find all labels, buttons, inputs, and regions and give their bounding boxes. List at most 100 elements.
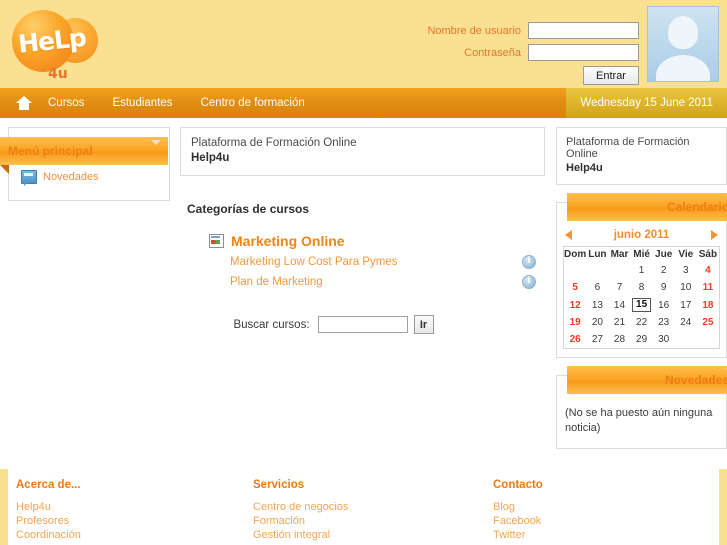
calendar-day-cell[interactable]: 29 — [631, 331, 653, 349]
news-empty-message: (No se ha puesto aún ninguna noticia) — [565, 407, 713, 434]
footer-column-title: Servicios — [253, 479, 305, 491]
calendar-day-cell[interactable]: 1 — [631, 262, 653, 279]
calendar-day-cell[interactable]: 25 — [697, 314, 720, 331]
avatar-head-shape — [668, 16, 698, 49]
footer-columns: Acerca de... Help4u Profesores Coordinac… — [8, 479, 719, 542]
weekday-header: Jue — [655, 249, 673, 260]
calendar-day-cell[interactable]: 14 — [608, 296, 630, 314]
footer-link-facebook[interactable]: Facebook — [493, 514, 693, 528]
site-logo[interactable]: HeLp 4u — [8, 4, 104, 86]
content-wrapper: Menú principal Novedades Plataforma de F… — [0, 118, 727, 469]
calendar-day-cell[interactable]: 3 — [675, 262, 697, 279]
footer-link-twitter[interactable]: Twitter — [493, 528, 693, 542]
footer-column-acerca: Acerca de... Help4u Profesores Coordinac… — [8, 479, 253, 542]
calendar-day-cell[interactable]: 24 — [675, 314, 697, 331]
calendar-day-cell[interactable]: 15 — [631, 296, 653, 314]
calendar-week-row: 1234 — [564, 262, 720, 279]
center-column: Plataforma de Formación Online Help4u Ca… — [180, 127, 545, 334]
calendar-today-marker: 15 — [632, 298, 652, 312]
calendar-day-cell[interactable]: 8 — [631, 279, 653, 296]
category-row: Marketing Online — [209, 233, 545, 249]
footer-link-gestion-integral[interactable]: Gestión integral — [253, 528, 493, 542]
calendar-day-cell[interactable]: 12 — [564, 296, 587, 314]
search-input[interactable] — [317, 316, 408, 333]
calendar-day-cell[interactable]: 13 — [586, 296, 608, 314]
chevron-down-icon[interactable] — [151, 140, 161, 145]
main-navigation: Cursos Estudiantes Centro de formación W… — [0, 88, 727, 118]
calendar-week-row: 19 20 21 22 23 24 25 — [564, 314, 720, 331]
calendar-day-cell[interactable]: 16 — [653, 296, 675, 314]
calendar-day-cell[interactable]: 18 — [697, 296, 720, 314]
footer-link-centro-de-negocios[interactable]: Centro de negocios — [253, 500, 493, 514]
info-icon[interactable] — [522, 275, 536, 289]
username-input[interactable] — [528, 22, 639, 39]
course-row: Marketing Low Cost Para Pymes — [230, 255, 536, 269]
footer-link-blog[interactable]: Blog — [493, 500, 693, 514]
footer-link-formacion[interactable]: Formación — [253, 514, 493, 528]
calendar-day-cell[interactable]: 23 — [653, 314, 675, 331]
sidebar-item-novedades[interactable]: Novedades — [15, 168, 163, 186]
search-label: Buscar cursos: — [233, 318, 310, 331]
username-row: Nombre de usuario — [417, 22, 639, 39]
login-submit-button[interactable]: Entrar — [583, 66, 639, 85]
login-button-row: Entrar — [417, 66, 639, 85]
site-description-line1: Plataforma de Formación Online — [191, 137, 357, 149]
sidebar-item-label: Novedades — [43, 171, 99, 183]
calendar-weekday-header-row: Dom Lun Mar Mié Jue Vie Sáb — [564, 247, 720, 263]
sidebar-description-line2: Help4u — [566, 162, 603, 174]
calendar-empty-cell — [586, 262, 608, 279]
calendar-day-cell[interactable]: 7 — [608, 279, 630, 296]
calendar-day-cell[interactable]: 27 — [586, 331, 608, 349]
course-category-list: Marketing Online Marketing Low Cost Para… — [209, 233, 545, 289]
calendar-day-cell[interactable]: 10 — [675, 279, 697, 296]
avatar-body-shape — [656, 55, 710, 81]
calendar-day-cell[interactable]: 22 — [631, 314, 653, 331]
course-link-marketing-low-cost[interactable]: Marketing Low Cost Para Pymes — [230, 256, 522, 268]
calendar-day-cell[interactable]: 6 — [586, 279, 608, 296]
password-input[interactable] — [528, 44, 639, 61]
calendar-day-cell[interactable]: 9 — [653, 279, 675, 296]
calendar-day-cell[interactable]: 20 — [586, 314, 608, 331]
calendar-week-row: 26 27 28 29 30 — [564, 331, 720, 349]
weekday-header: Mar — [610, 249, 629, 260]
login-form: Nombre de usuario Contraseña Entrar — [417, 22, 639, 85]
calendar-day-cell[interactable]: 21 — [608, 314, 630, 331]
calendar-table: Dom Lun Mar Mié Jue Vie Sáb 1 2 3 4 5 6 7 8 9 10 1… — [563, 246, 720, 349]
calendar-day-cell[interactable]: 2 — [653, 262, 675, 279]
footer-link-coordinacion[interactable]: Coordinación — [16, 528, 253, 542]
footer-link-profesores[interactable]: Profesores — [16, 514, 253, 528]
calendar-empty-cell — [564, 262, 587, 279]
search-go-button[interactable]: Ir — [413, 315, 434, 334]
info-icon[interactable] — [522, 255, 536, 269]
calendar-day-cell[interactable]: 19 — [564, 314, 587, 331]
footer-link-help4u[interactable]: Help4u — [16, 500, 253, 514]
right-sidebar: Plataforma de Formación Online Help4u Ca… — [556, 127, 727, 449]
nav-item-estudiantes[interactable]: Estudiantes — [112, 97, 172, 109]
calendar-day-cell[interactable]: 17 — [675, 296, 697, 314]
category-link-marketing-online[interactable]: Marketing Online — [231, 233, 345, 249]
current-date-display: Wednesday 15 June 2011 — [566, 88, 727, 118]
calendar-day-cell[interactable]: 26 — [564, 331, 587, 349]
arrow-right-icon[interactable] — [710, 230, 718, 240]
calendar-month-label[interactable]: junio 2011 — [614, 229, 670, 241]
nav-item-centro-de-formacion[interactable]: Centro de formación — [201, 97, 305, 109]
arrow-left-icon[interactable] — [565, 230, 572, 240]
weekday-header: Dom — [564, 249, 587, 260]
calendar-empty-cell — [608, 262, 630, 279]
calendar-navigation: junio 2011 — [557, 227, 726, 246]
home-icon[interactable] — [16, 96, 32, 110]
calendar-day-grid: 1 2 3 4 5 6 7 8 9 10 11 12 13 14 15 16 17 18 19 20 21 22 23 24 2… — [564, 262, 720, 349]
nav-item-cursos[interactable]: Cursos — [48, 97, 84, 109]
calendar-day-cell[interactable]: 4 — [697, 262, 720, 279]
calendar-day-cell[interactable]: 5 — [564, 279, 587, 296]
ribbon-fold-decoration — [0, 165, 9, 174]
calendar-day-cell[interactable]: 28 — [608, 331, 630, 349]
course-link-plan-de-marketing[interactable]: Plan de Marketing — [230, 276, 522, 288]
calendar-day-cell[interactable]: 11 — [697, 279, 720, 296]
weekday-header: Lun — [588, 249, 607, 260]
main-menu-title: Menú principal — [8, 144, 93, 158]
calendar-week-row: 5 6 7 8 9 10 11 — [564, 279, 720, 296]
page-root: HeLp 4u Nombre de usuario Contraseña Ent… — [0, 0, 727, 545]
main-menu-block: Menú principal Novedades — [0, 127, 170, 201]
calendar-day-cell[interactable]: 30 — [653, 331, 675, 349]
